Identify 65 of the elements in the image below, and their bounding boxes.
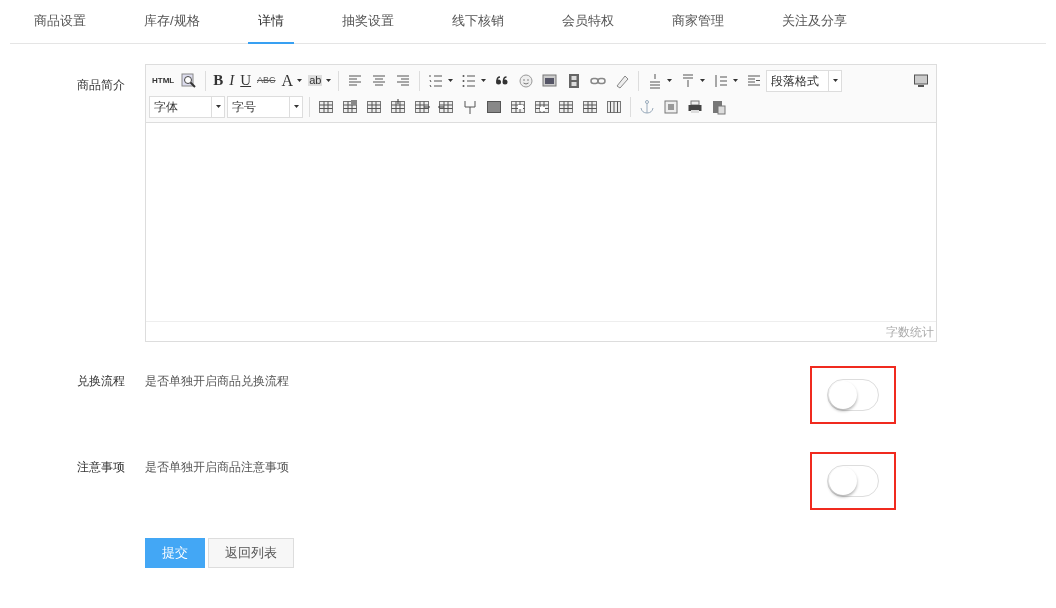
toolbar-button[interactable]: B [210,68,227,93]
table-icon [606,98,622,115]
numbered-list-icon [428,72,445,89]
toolbar-button[interactable]: HTML [149,68,178,93]
field-label: 注意事项 [77,460,125,474]
tab[interactable]: 关注及分享 [771,0,857,44]
monitor-icon [913,72,929,89]
table-icon [486,98,502,115]
indent-icon [746,72,763,89]
split-icon [462,98,478,115]
tab[interactable]: 会员特权 [551,0,624,44]
toolbar-button[interactable]: ab [305,68,335,93]
caret-icon [448,79,454,82]
magnifier-icon [181,72,198,89]
align-center-icon [371,72,388,89]
align-left-icon [347,72,364,89]
toolbar-select[interactable]: 段落格式 [766,69,843,92]
caret-icon [667,79,673,82]
tab[interactable]: 详情 [247,0,294,44]
caret-icon [733,79,739,82]
field-label: 商品简介 [77,78,125,92]
caret-icon [700,79,706,82]
field-label: 兑换流程 [77,374,125,388]
back-button[interactable]: 返回列表 [208,538,294,568]
caret-icon [216,105,221,108]
tab[interactable]: 商品设置 [24,0,96,44]
toolbar-button[interactable]: U [237,68,255,93]
table-icon [510,98,526,115]
line-height-icon [713,72,730,89]
caret-icon [481,79,487,82]
toolbar-button[interactable]: A [278,68,306,93]
toolbar-select[interactable]: 字号 [227,95,303,118]
caret-icon [294,105,299,108]
toolbar-button[interactable]: I [226,68,238,93]
tab[interactable]: 库存/规格 [134,0,210,44]
picture-icon [663,98,679,115]
image-icon [542,72,559,89]
align-right-icon [395,72,412,89]
smiley-icon [518,72,535,89]
table-icon [366,98,382,115]
toolbar-button[interactable]: ABC [254,68,279,93]
tab[interactable]: 线下核销 [441,0,514,44]
table-icon [414,98,430,115]
caret-icon [297,79,303,82]
table-icon [558,98,574,115]
toggle-switch[interactable] [827,379,879,411]
table-icon [582,98,598,115]
bullet-list-icon [461,72,478,89]
table-icon [390,98,406,115]
caret-icon [833,79,839,82]
clipboard-icon [711,98,727,115]
anchor-icon [639,98,655,115]
table-icon [342,98,358,115]
table-icon [438,98,454,115]
table-icon [534,98,550,115]
field-description: 是否单独开启商品兑换流程 [145,374,289,388]
tab[interactable]: 商家管理 [661,0,734,44]
tab[interactable]: 抽奖设置 [331,0,404,44]
word-count-label: 字数统计 [886,323,934,341]
table-icon [318,98,334,115]
field-description: 是否单独开启商品注意事项 [145,460,289,474]
printer-icon [687,98,703,115]
toggle-switch[interactable] [827,465,879,497]
caret-icon [326,79,332,82]
toolbar-select[interactable]: 字体 [149,95,225,118]
